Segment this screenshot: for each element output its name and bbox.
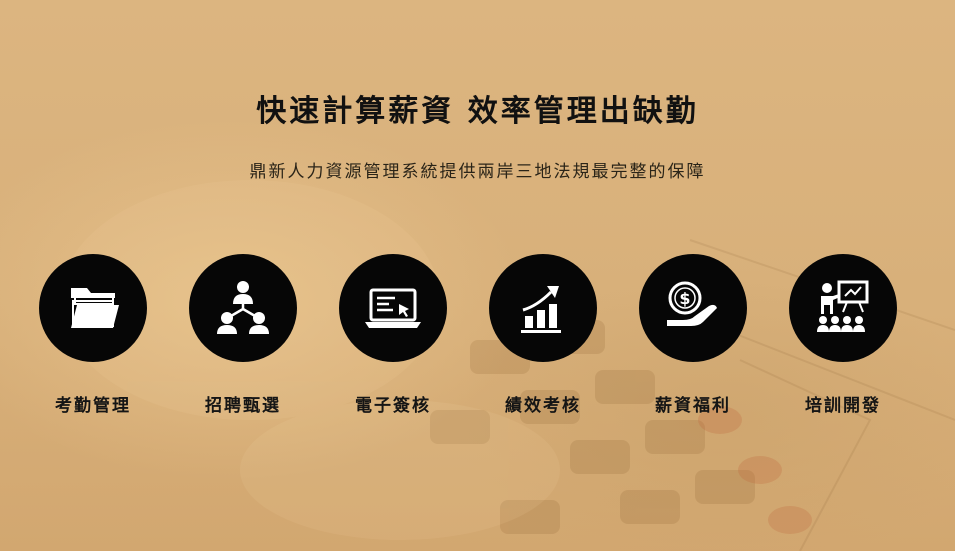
feature-performance[interactable]: 績效考核 [468, 254, 618, 416]
page-subtitle: 鼎新人力資源管理系統提供兩岸三地法規最完整的保障 [249, 162, 706, 182]
dollar-hand-icon: $ [667, 281, 717, 326]
feature-label: 薪資福利 [655, 396, 731, 416]
feature-training-circle[interactable] [789, 254, 897, 362]
laptop-icon [365, 288, 421, 328]
feature-salary-circle[interactable]: $ [639, 254, 747, 362]
feature-training[interactable]: 培訓開發 [768, 254, 918, 416]
feature-label: 電子簽核 [355, 396, 431, 416]
feature-label: 招聘甄選 [205, 396, 281, 416]
feature-recruitment-circle[interactable] [189, 254, 297, 362]
org-chart-icon [217, 281, 269, 334]
svg-text:$: $ [679, 289, 690, 308]
feature-e-signoff[interactable]: 電子簽核 [318, 254, 468, 416]
feature-label: 培訓開發 [805, 396, 881, 416]
feature-recruitment[interactable]: 招聘甄選 [168, 254, 318, 416]
feature-attendance-circle[interactable] [39, 254, 147, 362]
feature-attendance[interactable]: 考勤管理 [18, 254, 168, 416]
feature-label: 考勤管理 [55, 396, 131, 416]
feature-label: 績效考核 [505, 396, 581, 416]
page-title: 快速計算薪資 效率管理出缺勤 [256, 94, 699, 129]
feature-performance-circle[interactable] [489, 254, 597, 362]
folder-icon [71, 288, 119, 328]
growth-chart-icon [521, 286, 561, 333]
feature-salary[interactable]: $ 薪資福利 [618, 254, 768, 416]
feature-list: 考勤管理 招聘甄選 電子簽核 績效考核 $ 薪資福利 培訓開發 [0, 254, 955, 424]
feature-e-signoff-circle[interactable] [339, 254, 447, 362]
training-icon [817, 280, 869, 332]
